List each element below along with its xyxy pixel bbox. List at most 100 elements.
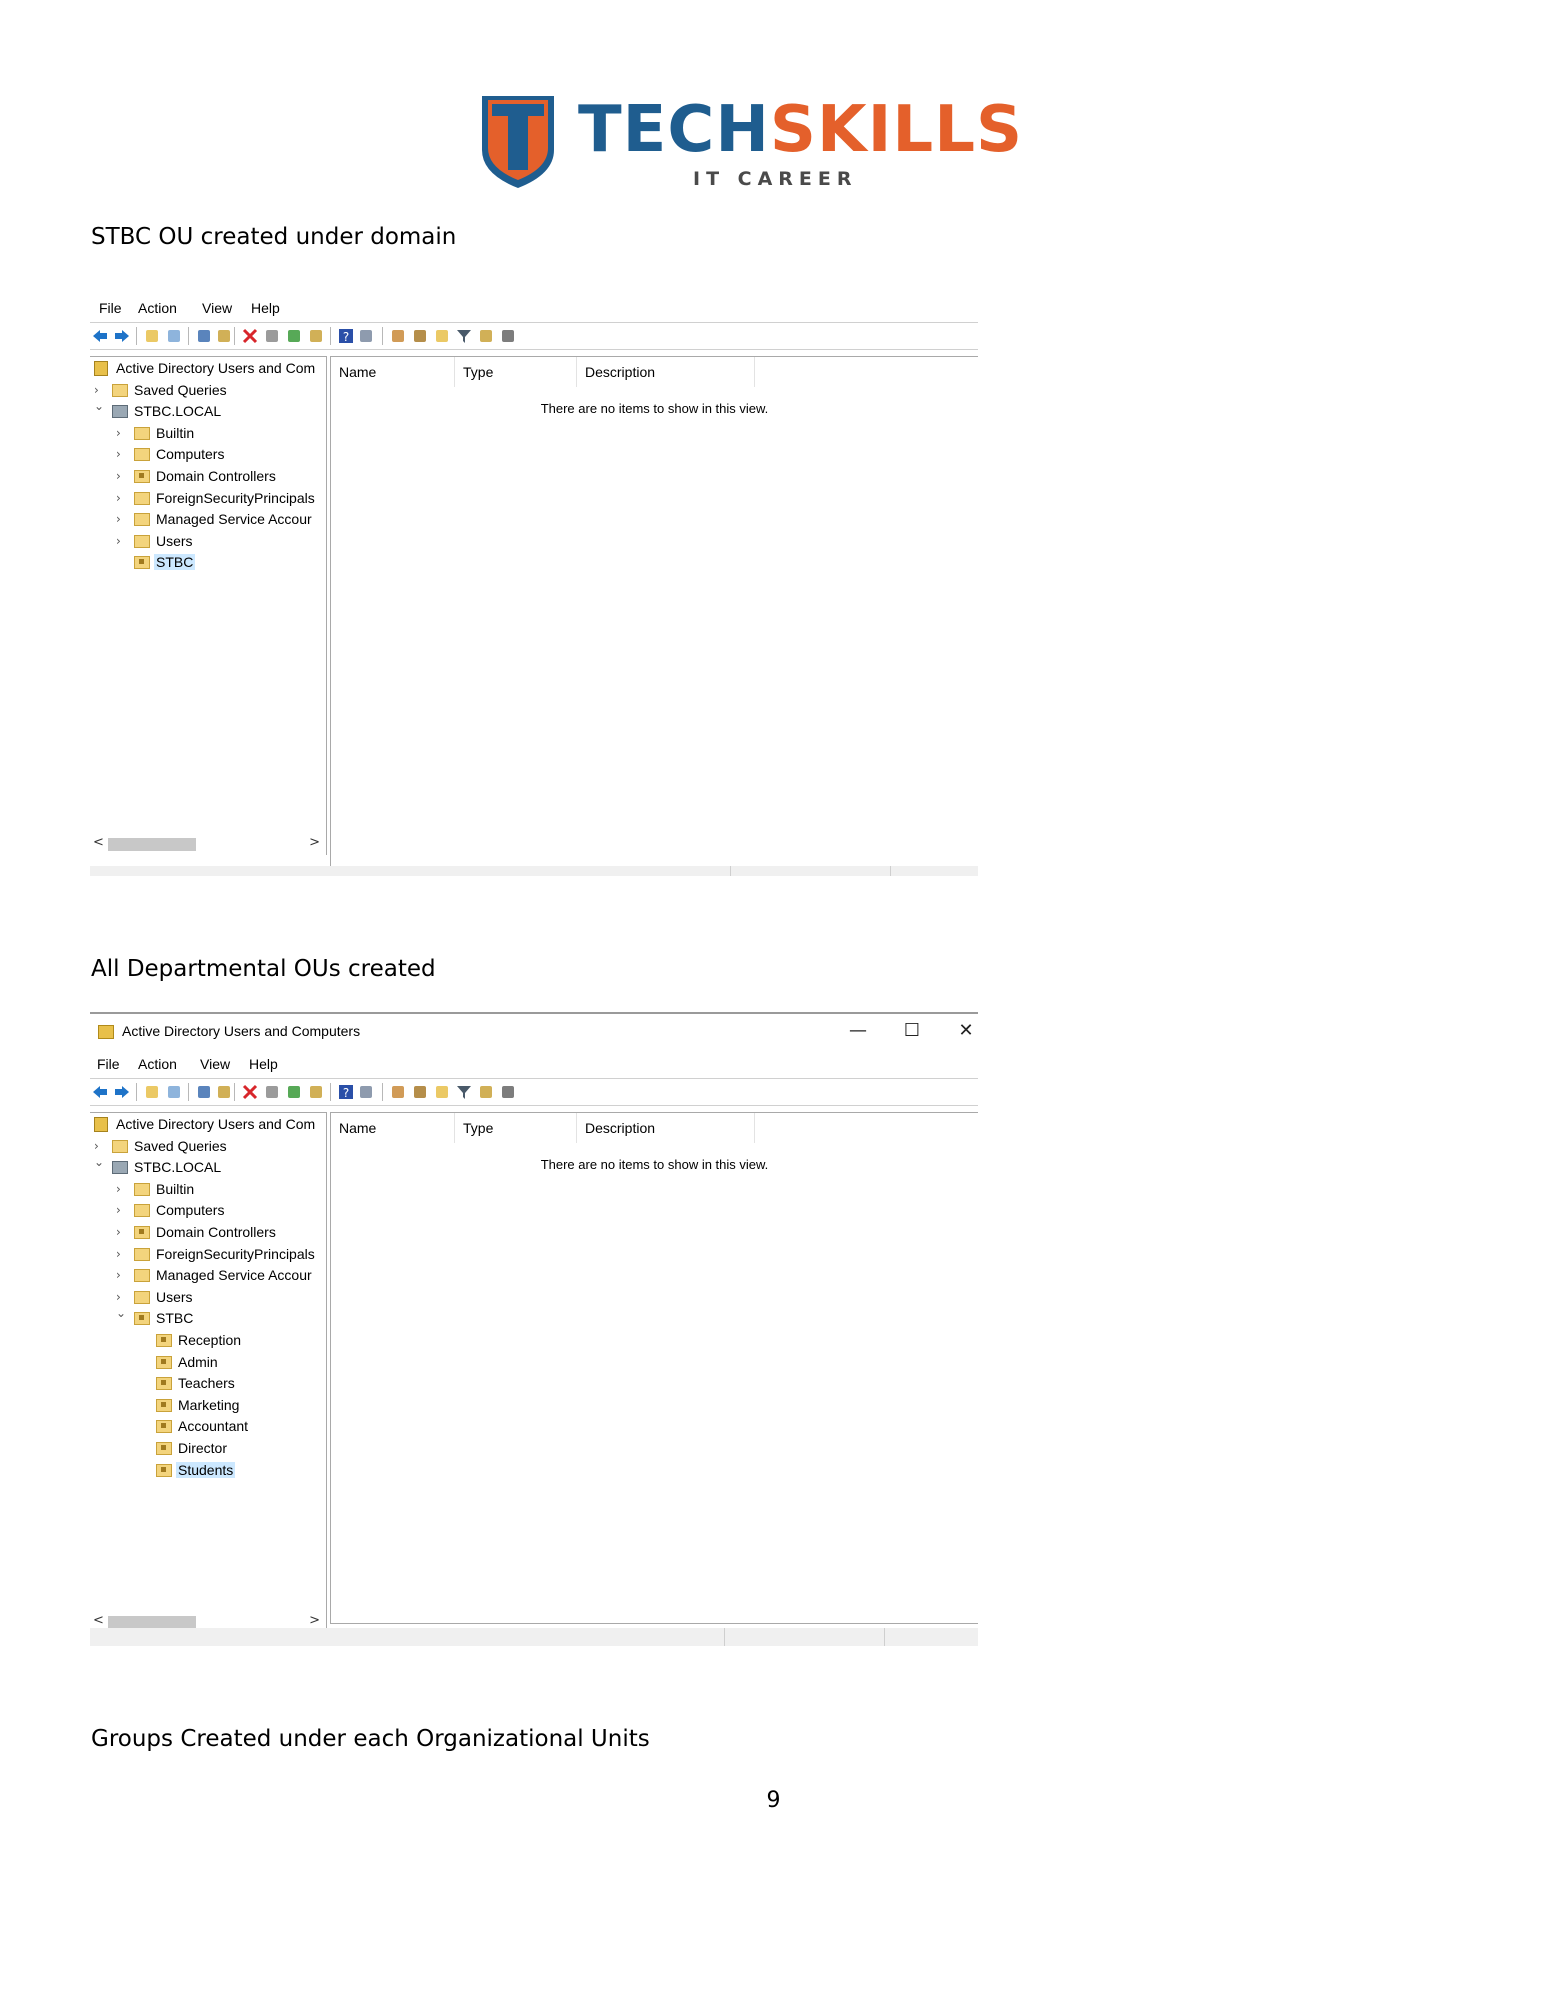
new-user-icon[interactable] bbox=[390, 1084, 406, 1100]
menu-help[interactable]: Help bbox=[249, 1056, 278, 1072]
ou-icon bbox=[156, 1355, 172, 1369]
back-icon[interactable] bbox=[92, 1084, 108, 1100]
chevron-right-icon[interactable]: › bbox=[116, 491, 128, 505]
chevron-right-icon[interactable]: › bbox=[116, 447, 128, 461]
folder-icon bbox=[134, 1182, 150, 1196]
back-icon[interactable] bbox=[92, 328, 108, 344]
chevron-right-icon[interactable]: › bbox=[116, 1268, 128, 1282]
new-group-icon[interactable] bbox=[412, 328, 428, 344]
column-description[interactable]: Description bbox=[577, 357, 755, 387]
chevron-right-icon[interactable]: › bbox=[116, 426, 128, 440]
filter-icon[interactable] bbox=[456, 1084, 472, 1100]
console-tree-icon[interactable] bbox=[358, 1084, 374, 1100]
new-ou-icon[interactable] bbox=[434, 1084, 450, 1100]
menu-view[interactable]: View bbox=[202, 300, 232, 316]
menu-help[interactable]: Help bbox=[251, 300, 280, 316]
up-folder-icon[interactable] bbox=[144, 1084, 160, 1100]
filter-icon[interactable] bbox=[456, 328, 472, 344]
tree-item-label: STBC bbox=[156, 1310, 194, 1327]
scroll-thumb[interactable] bbox=[108, 838, 196, 851]
folder-icon bbox=[112, 1139, 128, 1153]
chevron-right-icon[interactable]: › bbox=[116, 469, 128, 483]
close-icon[interactable]: ✕ bbox=[946, 1018, 978, 1044]
folder-icon bbox=[134, 1269, 150, 1283]
column-type[interactable]: Type bbox=[455, 357, 577, 387]
show-hide-tree-icon[interactable] bbox=[166, 1084, 182, 1100]
refresh-icon[interactable] bbox=[286, 328, 302, 344]
properties-icon[interactable] bbox=[264, 1084, 280, 1100]
tree-item-label: Managed Service Accour bbox=[156, 1267, 312, 1284]
chevron-right-icon[interactable]: › bbox=[116, 1203, 128, 1217]
toolbar-separator bbox=[234, 1083, 235, 1101]
chevron-down-icon[interactable]: ⌄ bbox=[116, 1306, 128, 1320]
scroll-left-arrow-icon[interactable]: < bbox=[93, 835, 104, 850]
scroll-right-arrow-icon[interactable]: > bbox=[309, 1613, 320, 1628]
column-description[interactable]: Description bbox=[577, 1113, 755, 1143]
tree-item-label: Computers bbox=[156, 1202, 225, 1219]
chevron-right-icon[interactable]: › bbox=[116, 512, 128, 526]
add-to-group-icon[interactable] bbox=[500, 1084, 516, 1100]
toolbar-separator bbox=[136, 1083, 137, 1101]
menu-file[interactable]: File bbox=[97, 1056, 120, 1072]
show-hide-tree-icon[interactable] bbox=[166, 328, 182, 344]
refresh-icon[interactable] bbox=[286, 1084, 302, 1100]
menu-file[interactable]: File bbox=[99, 300, 122, 316]
section-caption-3: Groups Created under each Organizational… bbox=[91, 1726, 650, 1752]
up-folder-icon[interactable] bbox=[144, 328, 160, 344]
chevron-down-icon[interactable]: ⌄ bbox=[94, 399, 106, 413]
menu-action[interactable]: Action bbox=[138, 1056, 177, 1072]
properties-icon[interactable] bbox=[264, 328, 280, 344]
help-icon[interactable]: ? bbox=[338, 328, 354, 344]
chevron-right-icon[interactable]: › bbox=[94, 383, 106, 397]
tree-item-label: ForeignSecurityPrincipals bbox=[156, 1245, 315, 1262]
aduc-window-2: Active Directory Users and Computers — ☐… bbox=[90, 1012, 978, 1646]
column-type[interactable]: Type bbox=[455, 1113, 577, 1143]
folder-icon bbox=[134, 1290, 150, 1304]
title-bar: Active Directory Users and Computers — ☐… bbox=[90, 1012, 978, 1050]
forward-icon[interactable] bbox=[114, 1084, 130, 1100]
tree-horizontal-scrollbar[interactable]: < > bbox=[90, 835, 326, 853]
chevron-right-icon[interactable]: › bbox=[116, 1225, 128, 1239]
tree-item-label: Computers bbox=[156, 446, 225, 463]
export-icon[interactable] bbox=[308, 328, 324, 344]
paste-icon[interactable] bbox=[216, 1084, 232, 1100]
delete-icon[interactable] bbox=[242, 1084, 258, 1100]
aduc-icon bbox=[94, 361, 108, 376]
forward-icon[interactable] bbox=[114, 328, 130, 344]
menu-bar: File Action View Help bbox=[90, 296, 978, 320]
menu-action[interactable]: Action bbox=[138, 300, 177, 316]
find-icon[interactable] bbox=[478, 328, 494, 344]
chevron-right-icon[interactable]: › bbox=[116, 1290, 128, 1304]
menu-view[interactable]: View bbox=[200, 1056, 230, 1072]
new-ou-icon[interactable] bbox=[434, 328, 450, 344]
delete-icon[interactable] bbox=[242, 328, 258, 344]
chevron-right-icon[interactable]: › bbox=[116, 534, 128, 548]
paste-icon[interactable] bbox=[216, 328, 232, 344]
help-icon[interactable]: ? bbox=[338, 1084, 354, 1100]
section-caption-1: STBC OU created under domain bbox=[91, 224, 457, 250]
find-icon[interactable] bbox=[478, 1084, 494, 1100]
scroll-left-arrow-icon[interactable]: < bbox=[93, 1613, 104, 1628]
add-to-group-icon[interactable] bbox=[500, 328, 516, 344]
maximize-icon[interactable]: ☐ bbox=[892, 1018, 932, 1044]
chevron-right-icon[interactable]: › bbox=[94, 1139, 106, 1153]
minimize-icon[interactable]: — bbox=[838, 1018, 878, 1044]
chevron-right-icon[interactable]: › bbox=[116, 1247, 128, 1261]
folder-icon bbox=[134, 426, 150, 440]
new-user-icon[interactable] bbox=[390, 328, 406, 344]
logo-wordmark: TECHSKILLS bbox=[578, 93, 1024, 167]
column-name[interactable]: Name bbox=[331, 1113, 455, 1143]
chevron-right-icon[interactable]: › bbox=[116, 1182, 128, 1196]
export-icon[interactable] bbox=[308, 1084, 324, 1100]
cut-icon[interactable] bbox=[196, 328, 212, 344]
new-group-icon[interactable] bbox=[412, 1084, 428, 1100]
chevron-down-icon[interactable]: ⌄ bbox=[94, 1155, 106, 1169]
column-name[interactable]: Name bbox=[331, 357, 455, 387]
folder-icon bbox=[134, 513, 150, 527]
scroll-right-arrow-icon[interactable]: > bbox=[309, 835, 320, 850]
cut-icon[interactable] bbox=[196, 1084, 212, 1100]
tree-item-label: Director bbox=[178, 1440, 228, 1456]
console-tree: Active Directory Users and Com › Saved Que… bbox=[90, 356, 327, 855]
ou-icon bbox=[134, 556, 150, 570]
console-tree-icon[interactable] bbox=[358, 328, 374, 344]
